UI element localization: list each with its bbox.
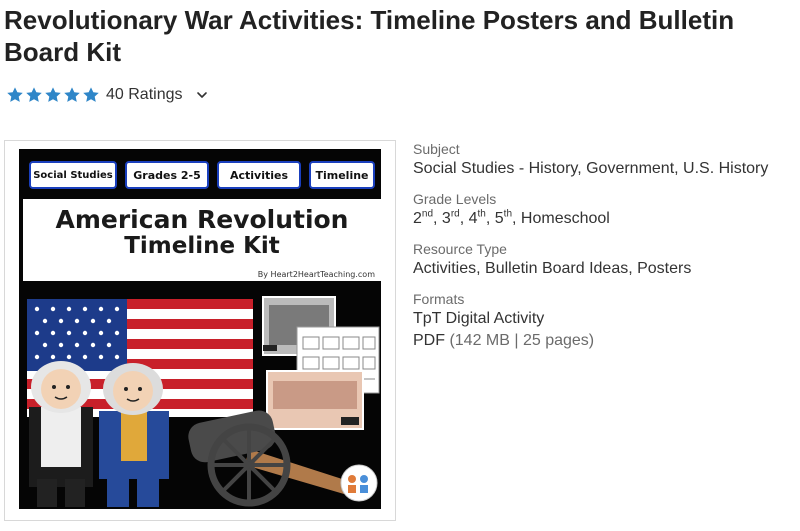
star-icon	[45, 87, 61, 102]
format-item: TpT Digital Activity	[413, 310, 545, 327]
cover-art: Social Studies Grades 2-5 Activities Tim…	[19, 149, 381, 509]
grade-item[interactable]: 5th	[495, 209, 512, 227]
format-name: PDF	[413, 332, 445, 349]
star-icon	[64, 87, 80, 102]
resource-type-field: Resource Type Activities, Bulletin Board…	[413, 240, 798, 280]
star-icon	[26, 87, 42, 102]
grade-item[interactable]: 4th	[469, 209, 486, 227]
format-item: PDF (142 MB | 25 pages)	[413, 330, 798, 352]
formats-label: Formats	[413, 291, 465, 307]
subject-field: Subject Social Studies - History, Govern…	[413, 140, 798, 180]
subject-value[interactable]: Social Studies - History, Government, U.…	[413, 158, 798, 180]
chevron-down-icon[interactable]	[195, 88, 209, 102]
figure-illustration	[29, 361, 93, 507]
resource-type-value[interactable]: Activities, Bulletin Board Ideas, Poster…	[413, 258, 798, 280]
preview-pages	[262, 296, 380, 430]
format-meta: (142 MB | 25 pages)	[449, 332, 595, 349]
brand-logo	[340, 464, 378, 502]
star-icon	[7, 87, 23, 102]
cover-illustration	[27, 296, 380, 507]
product-image[interactable]: Social Studies Grades 2-5 Activities Tim…	[4, 140, 396, 521]
grade-levels-label: Grade Levels	[413, 191, 497, 207]
grade-item[interactable]: Homeschool	[521, 210, 610, 227]
grade-item[interactable]: 2nd	[413, 209, 433, 227]
ratings-count[interactable]: 40 Ratings	[106, 86, 183, 104]
product-details: Subject Social Studies - History, Govern…	[413, 140, 798, 362]
star-icon	[83, 87, 99, 102]
grade-item[interactable]: 3rd	[442, 209, 460, 227]
product-title: Revolutionary War Activities: Timeline P…	[4, 5, 735, 67]
rating-stars	[6, 86, 100, 104]
formats-field: Formats TpT Digital Activity PDF (142 MB…	[413, 290, 798, 352]
rating-row[interactable]: 40 Ratings	[6, 84, 209, 106]
grade-levels-field: Grade Levels 2nd, 3rd, 4th, 5th, Homesch…	[413, 190, 798, 230]
subject-label: Subject	[413, 141, 460, 157]
grade-levels-value[interactable]: 2nd, 3rd, 4th, 5th, Homeschool	[413, 208, 798, 230]
figure-illustration	[99, 363, 169, 507]
resource-type-label: Resource Type	[413, 241, 507, 257]
